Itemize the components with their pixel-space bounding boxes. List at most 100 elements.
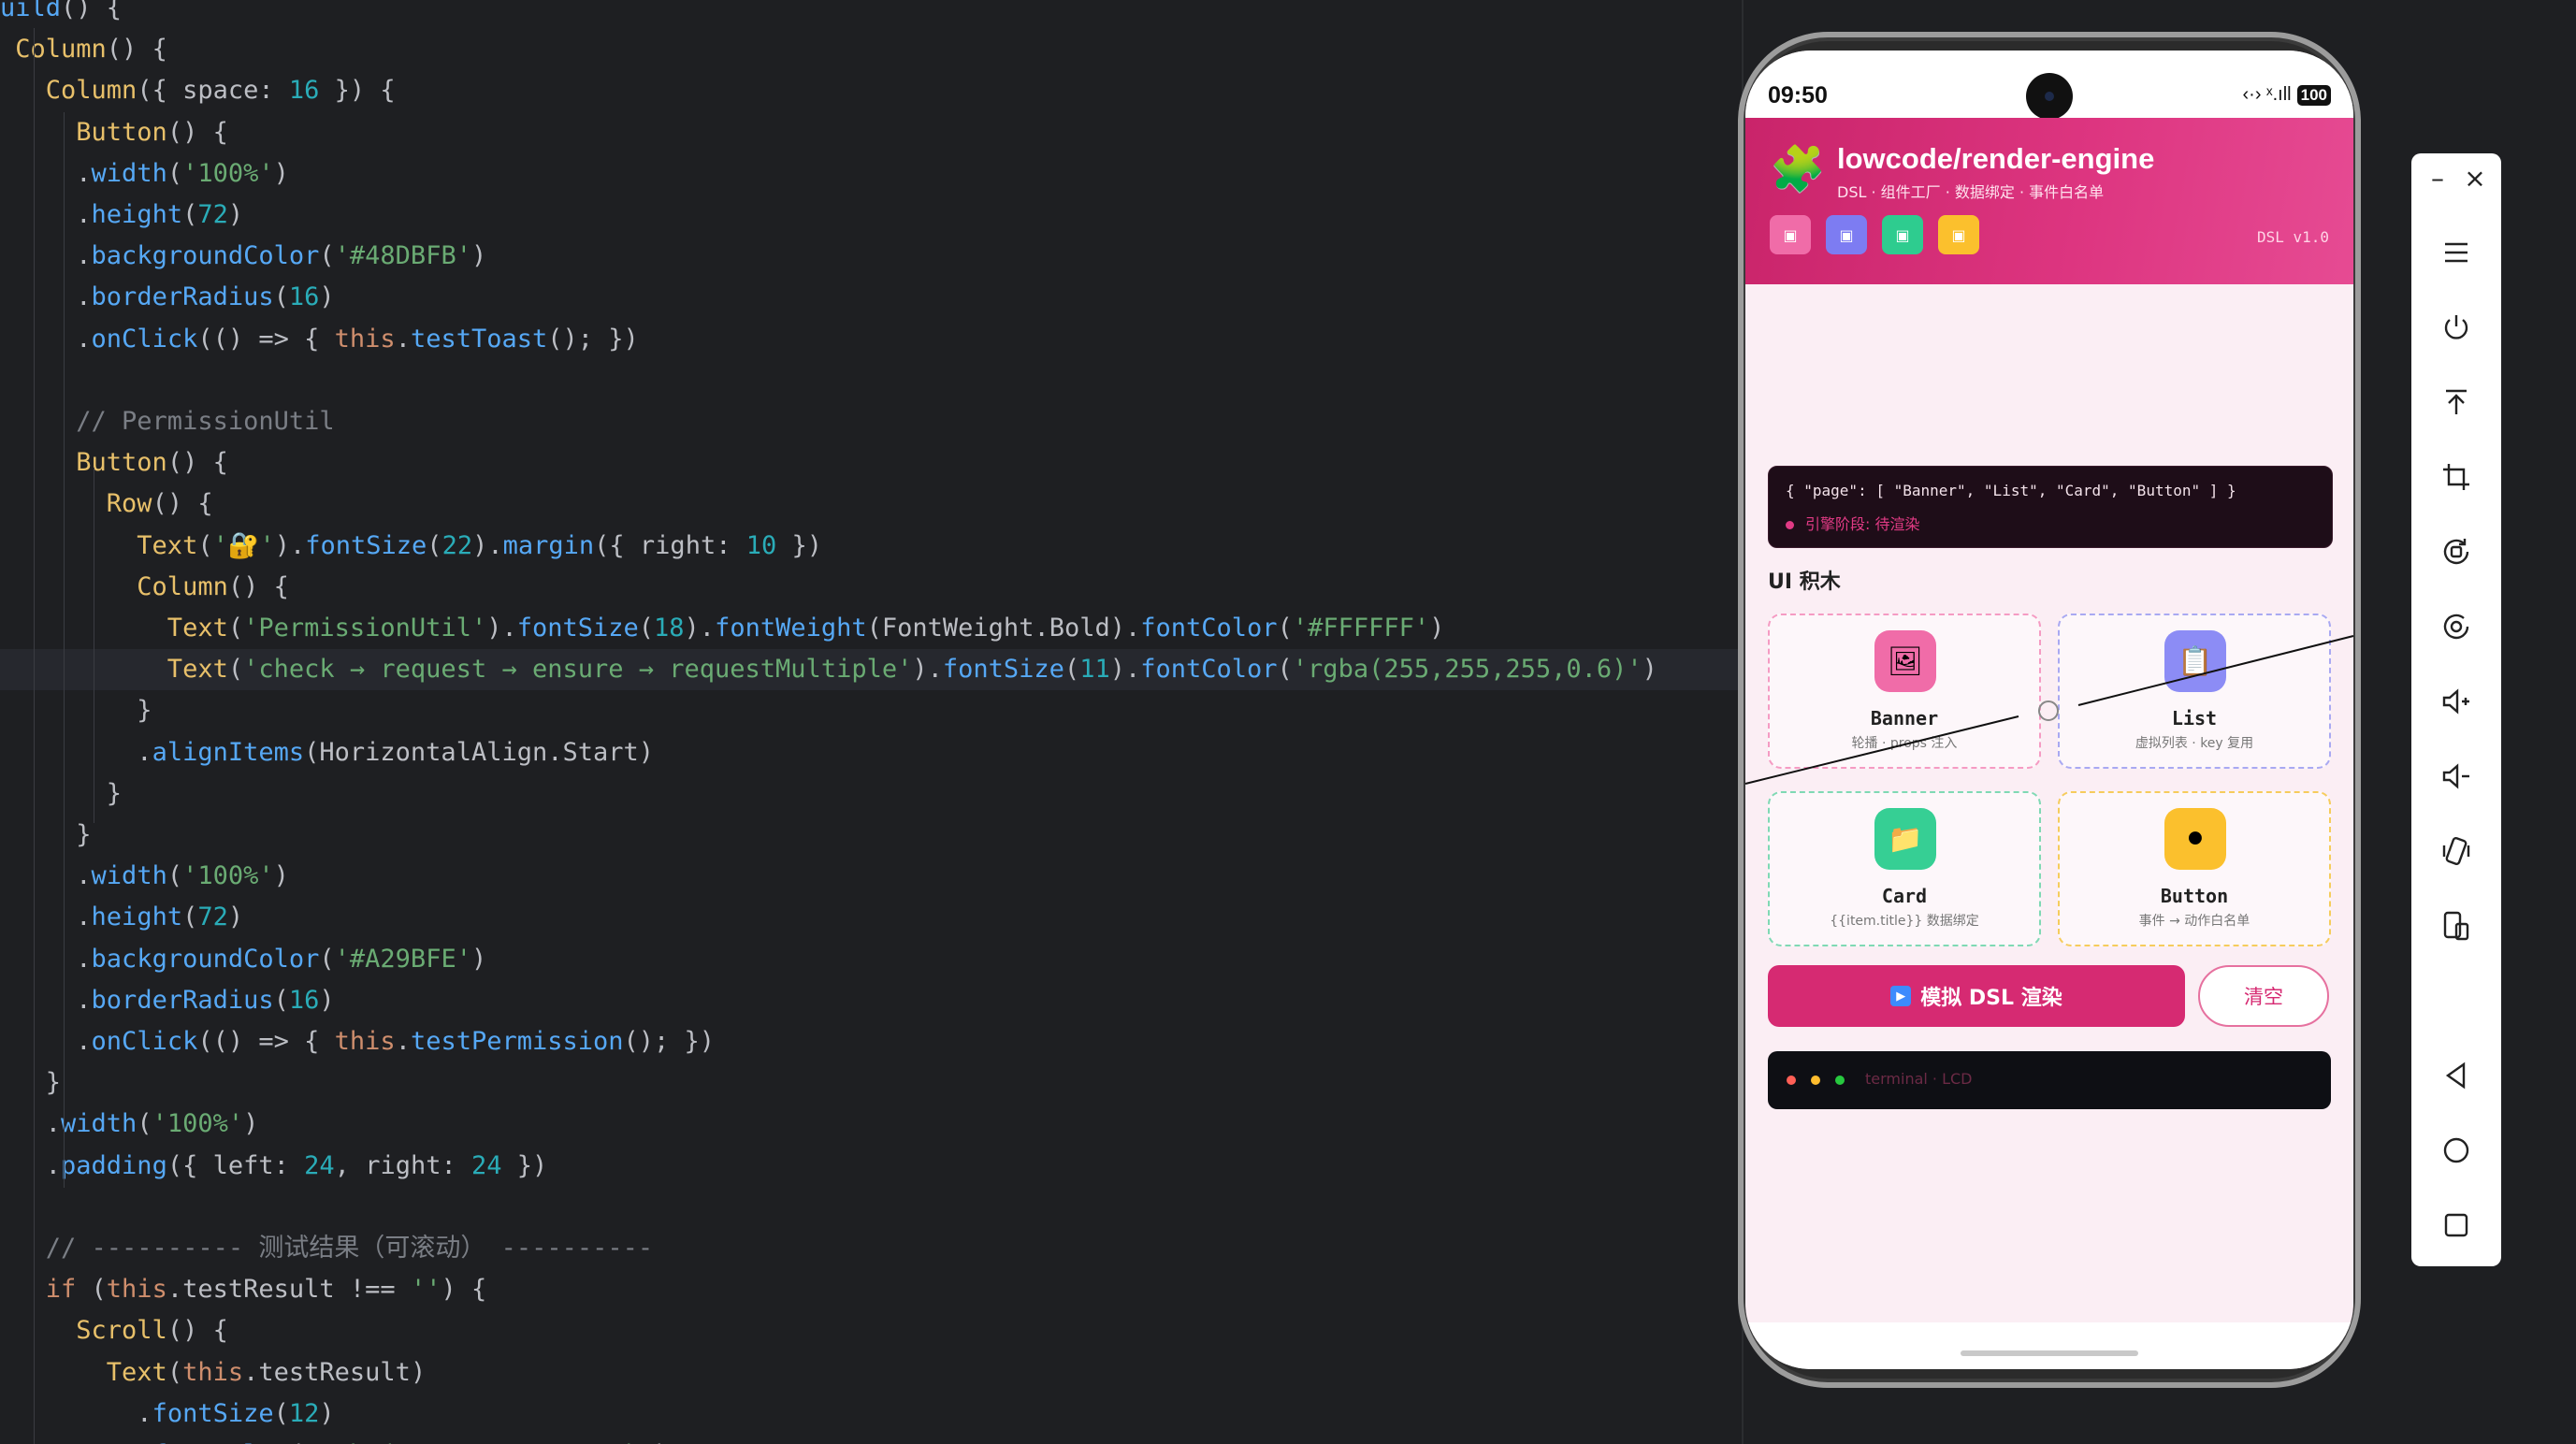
code-line[interactable]: .backgroundColor('#48DBFB') [0,236,1742,277]
code-token: } [0,820,92,849]
terminal-panel: terminal · LCD [1768,1051,2331,1109]
code-line[interactable]: Text(this.testResult) [0,1352,1742,1393]
code-token: onClick [91,324,198,354]
code-line[interactable]: .fontSize(12) [0,1393,1742,1435]
code-token: fontSize [305,530,427,560]
code-token: this [334,1027,396,1056]
code-token: fontWeight [715,614,867,643]
code-line[interactable]: .onClick(() => { this.testToast(); }) [0,319,1742,360]
header-chip-icon[interactable]: ▣ [1938,215,1979,254]
power-button[interactable] [2428,299,2484,355]
code-token: ( [638,614,655,643]
code-token: . [0,1150,62,1180]
code-token: . [395,1027,411,1056]
menu-button[interactable] [2428,224,2484,281]
code-line[interactable] [0,1187,1742,1228]
code-token: 'rgba(255,255,255,0.8)' [304,1440,654,1444]
code-line[interactable]: Column({ space: 16 }) { [0,70,1742,111]
code-token: height [91,200,183,229]
code-token: () { [152,489,213,519]
volume-down-button[interactable] [2428,748,2484,804]
navigation-bar [1745,1322,2353,1369]
header-chip-icon[interactable]: ▣ [1770,215,1811,254]
code-token: !== [334,1275,411,1305]
volume-down-icon [2442,763,2469,789]
header-chip-icon[interactable]: ▣ [1882,215,1923,254]
home-button[interactable] [2428,1122,2484,1178]
code-token: : [441,1150,471,1180]
code-line[interactable]: .width('100%') [0,1104,1742,1145]
code-token: () { [166,448,228,478]
render-dsl-button[interactable]: ▶ 模拟 DSL 渲染 [1768,965,2185,1027]
code-line[interactable]: .fontColor('rgba(255,255,255,0.8)') [0,1435,1742,1444]
card-description: 事件 → 动作白名单 [2138,914,2250,929]
volume-up-button[interactable] [2428,673,2484,729]
code-line[interactable]: Text('PermissionUtil').fontSize(18).font… [0,608,1742,649]
code-line[interactable]: if (this.testResult !== '') { [0,1269,1742,1310]
code-token: ) [1429,614,1445,643]
code-token: borderRadius [91,282,274,312]
component-card-card[interactable]: 📁 Card {{item.title}} 数据绑定 [1768,791,2041,946]
code-line[interactable]: Text('check → request → ensure → request… [0,649,1742,691]
code-line[interactable]: .backgroundColor('#A29BFE') [0,939,1742,980]
code-token: . [0,1109,62,1139]
code-line[interactable]: Button() { [0,442,1742,484]
code-line[interactable]: Column() { [0,567,1742,608]
component-card-button[interactable]: ⚫ Button 事件 → 动作白名单 [2058,791,2331,946]
code-editor[interactable]: uild() { Column() { Column({ space: 16 }… [0,0,1742,1444]
code-line[interactable]: Row() { [0,484,1742,525]
code-token: : [258,76,289,106]
component-card-banner[interactable]: 🖼 Banner 轮播 · props 注入 [1768,614,2041,769]
code-line[interactable] [0,360,1742,401]
home-indicator[interactable] [1961,1350,2138,1356]
code-line[interactable]: .onClick(() => { this.testPermission(); … [0,1021,1742,1062]
code-token: '#A29BFE' [334,944,471,974]
code-line[interactable]: uild() { [0,0,1742,29]
code-token: ({ [137,76,183,106]
shake-button[interactable] [2428,823,2484,879]
clear-button[interactable]: 清空 [2198,965,2329,1027]
code-line[interactable]: .borderRadius(16) [0,277,1742,318]
code-line[interactable]: } [0,690,1742,731]
code-token: ) [654,1440,669,1444]
code-line[interactable]: } [0,815,1742,856]
component-card-list[interactable]: 📋 List 虚拟列表 · key 复用 [2058,614,2331,769]
code-token: ( [273,985,289,1015]
code-line[interactable]: Column() { [0,29,1742,70]
pin-top-button[interactable] [2428,374,2484,430]
overview-button[interactable] [2428,1197,2484,1253]
code-token: Button [0,448,167,478]
back-icon [2445,1061,2466,1090]
code-token: }) { [319,76,396,106]
code-line[interactable]: .height(72) [0,195,1742,236]
close-button[interactable]: × [2456,159,2494,196]
code-line[interactable]: // ---------- 测试结果（可滚动） ---------- [0,1228,1742,1269]
code-line[interactable]: } [0,773,1742,815]
code-line[interactable]: } [0,1062,1742,1104]
volume-up-icon [2442,688,2469,715]
code-token: . [0,902,92,932]
code-token: Start [562,737,639,767]
code-line[interactable]: // PermissionUtil [0,401,1742,442]
code-line[interactable]: Button() { [0,112,1742,153]
rotate-button[interactable] [2428,524,2484,580]
code-token: . [0,200,92,229]
crop-button[interactable] [2428,449,2484,505]
code-line[interactable]: Scroll() { [0,1310,1742,1351]
code-token: 'rgba(255,255,255,0.6)' [1292,655,1643,685]
code-line[interactable]: .borderRadius(16) [0,980,1742,1021]
screenshot-button[interactable] [2428,599,2484,655]
header-chip-icon[interactable]: ▣ [1826,215,1867,254]
code-line[interactable]: Text('🔐').fontSize(22).margin({ right: 1… [0,526,1742,567]
minimize-button[interactable]: – [2419,159,2456,196]
code-line[interactable]: .alignItems(HorizontalAlign.Start) [0,732,1742,773]
code-line[interactable]: .width('100%') [0,856,1742,897]
code-line[interactable]: .width('100%') [0,153,1742,195]
code-token: (); }) [547,324,639,354]
code-line[interactable]: .padding({ left: 24, right: 24 }) [0,1146,1742,1187]
phone-screen: 09:50 ‹·› ˣ.ıll 100 🧩 lowcode/render-eng… [1745,51,2353,1369]
code-token: testResult [258,1357,411,1387]
multi-device-button[interactable] [2428,898,2484,954]
code-line[interactable]: .height(72) [0,897,1742,938]
back-button[interactable] [2428,1047,2484,1104]
